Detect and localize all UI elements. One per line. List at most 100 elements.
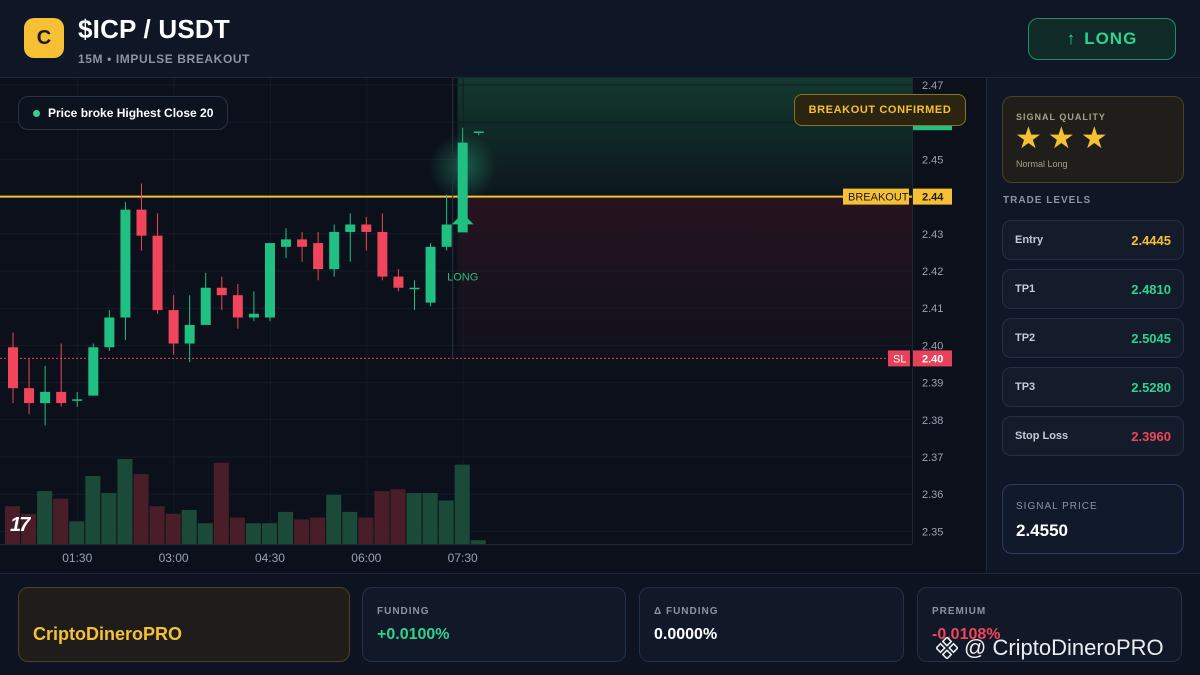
volume-bar bbox=[422, 493, 438, 544]
volume-bar bbox=[294, 519, 310, 544]
volume-bar bbox=[149, 506, 165, 544]
star-icon: ★ bbox=[1080, 122, 1108, 155]
candle-body bbox=[409, 287, 420, 290]
candle-body bbox=[329, 231, 340, 270]
long-signal-button[interactable]: ↑ LONG bbox=[1028, 18, 1176, 60]
level-tp3: TP3 2.5280 bbox=[1002, 367, 1184, 407]
volume-bar bbox=[197, 523, 213, 544]
star-icon: ★ bbox=[1015, 122, 1042, 155]
candle-body bbox=[457, 142, 468, 221]
volume-bar bbox=[37, 491, 53, 544]
volume-bar bbox=[85, 476, 101, 544]
app-logo: C bbox=[24, 18, 64, 58]
watermark: @ CriptoDineroPRO bbox=[936, 635, 1164, 661]
candle-body bbox=[8, 347, 18, 389]
level-label: Stop Loss bbox=[1015, 430, 1069, 442]
level-label: TP3 bbox=[1015, 381, 1036, 393]
level-label: TP1 bbox=[1015, 283, 1036, 295]
volume-bar bbox=[326, 494, 342, 544]
volume-bar bbox=[406, 493, 422, 544]
volume-bar bbox=[229, 517, 245, 544]
sl-price-label: 2.40 bbox=[922, 353, 943, 365]
candle-body bbox=[232, 295, 243, 318]
candle-body bbox=[425, 246, 436, 303]
breakout-tag-label: BREAKOUT bbox=[848, 192, 909, 204]
brand-card: CriptoDineroPRO bbox=[18, 587, 350, 662]
tradingview-logo[interactable]: 17 bbox=[10, 514, 30, 537]
volume-bar bbox=[261, 523, 278, 544]
arrow-up-icon: ↑ bbox=[1066, 29, 1077, 48]
candle-body bbox=[361, 224, 372, 232]
level-value: 2.4445 bbox=[1131, 233, 1171, 248]
price-chart[interactable]: LONG2.472.462.452.442.432.422.412.402.39… bbox=[0, 78, 985, 573]
pair-title: $ICP / USDT bbox=[78, 14, 230, 44]
x-tick-label: 04:30 bbox=[255, 551, 285, 565]
x-tick-label: 06:00 bbox=[351, 551, 381, 565]
volume-bar bbox=[53, 498, 69, 544]
signal-quality-card: SIGNAL QUALITY ★ ★ ★ Normal Long bbox=[1002, 96, 1184, 183]
sl-tag-label: SL bbox=[893, 353, 906, 365]
breakout-price-label: 2.44 bbox=[922, 192, 944, 204]
volume-bar bbox=[133, 474, 149, 544]
volume-bar bbox=[470, 540, 486, 544]
candle-body bbox=[264, 243, 275, 318]
signal-price-card: SIGNAL PRICE 2.4550 bbox=[1002, 484, 1184, 554]
candle-body bbox=[248, 313, 259, 318]
y-tick-label: 2.39 bbox=[922, 378, 943, 390]
candle-body bbox=[104, 317, 115, 348]
candle-body bbox=[24, 388, 35, 404]
level-value: 2.3960 bbox=[1131, 429, 1171, 444]
y-tick-label: 2.43 bbox=[922, 229, 943, 241]
volume-bar bbox=[245, 523, 261, 544]
volume-bar bbox=[165, 513, 181, 544]
volume-bar bbox=[213, 462, 229, 544]
y-tick-label: 2.45 bbox=[922, 154, 943, 166]
level-value: 2.5045 bbox=[1131, 331, 1171, 346]
volume-bar bbox=[438, 500, 454, 544]
candle-body bbox=[40, 391, 51, 404]
level-entry: Entry 2.4445 bbox=[1002, 220, 1184, 260]
level-label: Entry bbox=[1015, 234, 1044, 246]
candle-body bbox=[88, 347, 99, 396]
delta-funding-card: Δ FUNDING 0.0000% bbox=[639, 587, 904, 662]
header: C $ICP / USDT 15M • IMPULSE BREAKOUT ↑ L… bbox=[0, 0, 1200, 78]
candle-body bbox=[56, 391, 67, 404]
volume-bar bbox=[181, 510, 197, 544]
candle-body bbox=[393, 276, 404, 288]
candle-body bbox=[377, 231, 388, 277]
trade-levels-heading: TRADE LEVELS bbox=[1003, 195, 1092, 206]
y-tick-label: 2.47 bbox=[922, 80, 943, 92]
star-icon: ★ bbox=[1047, 122, 1075, 155]
delta-funding-label: Δ FUNDING bbox=[654, 606, 719, 617]
status-dot-icon bbox=[33, 109, 40, 117]
signal-price-label: SIGNAL PRICE bbox=[1016, 501, 1098, 512]
funding-card: FUNDING +0.0100% bbox=[362, 587, 626, 662]
signal-price-value: 2.4550 bbox=[1016, 521, 1068, 540]
candle-body bbox=[441, 224, 452, 247]
timeframe-subtitle: 15M • IMPULSE BREAKOUT bbox=[78, 52, 251, 66]
level-value: 2.4810 bbox=[1131, 282, 1171, 297]
candle-body bbox=[184, 324, 195, 344]
volume-bar bbox=[69, 521, 85, 544]
y-tick-label: 2.38 bbox=[922, 415, 943, 427]
funding-value: +0.0100% bbox=[377, 626, 450, 643]
x-tick-label: 07:30 bbox=[448, 551, 478, 565]
watermark-text: @ CriptoDineroPRO bbox=[964, 635, 1164, 660]
condition-pill: Price broke Highest Close 20 bbox=[18, 96, 229, 130]
level-label: TP2 bbox=[1015, 332, 1036, 344]
volume-bar bbox=[358, 517, 374, 544]
delta-funding-value: 0.0000% bbox=[654, 626, 718, 643]
volume-bar bbox=[101, 493, 117, 544]
condition-text: Price broke Highest Close 20 bbox=[48, 106, 214, 120]
y-tick-label: 2.41 bbox=[922, 303, 943, 315]
level-tp2: TP2 2.5045 bbox=[1002, 318, 1184, 358]
candle-body bbox=[297, 239, 308, 247]
level-stop-loss: Stop Loss 2.3960 bbox=[1002, 416, 1184, 456]
candlestick-chart-svg[interactable]: LONG2.472.462.452.442.432.422.412.402.39… bbox=[0, 78, 985, 573]
y-tick-label: 2.36 bbox=[922, 489, 943, 501]
candle-body bbox=[473, 131, 484, 133]
x-tick-label: 03:00 bbox=[159, 551, 189, 565]
candle-body bbox=[136, 209, 147, 236]
candle-body bbox=[120, 209, 131, 318]
y-tick-label: 2.35 bbox=[922, 526, 943, 538]
